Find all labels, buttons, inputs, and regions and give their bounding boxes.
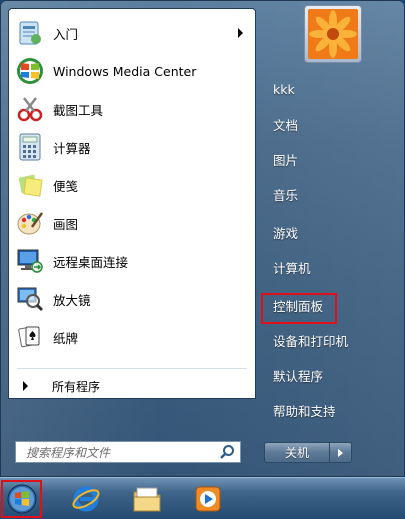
flower-picture-icon bbox=[308, 9, 358, 59]
right-item-help-support[interactable]: 帮助和支持 bbox=[263, 393, 396, 427]
shutdown-group: 关机 bbox=[264, 442, 354, 463]
right-item-devices-printers[interactable]: 设备和打印机 bbox=[263, 323, 396, 357]
menu-item-label: 纸牌 bbox=[53, 330, 79, 346]
paint-icon bbox=[15, 208, 45, 238]
right-item-label: 设备和打印机 bbox=[273, 333, 349, 349]
right-item-label: 文档 bbox=[273, 117, 299, 133]
all-programs-label: 所有程序 bbox=[52, 379, 101, 394]
menu-item-getting-started[interactable]: 入门 bbox=[13, 16, 251, 50]
menu-item-snipping-tool[interactable]: 截图工具 bbox=[13, 92, 251, 126]
media-player-icon bbox=[195, 486, 221, 512]
search-box[interactable]: 搜索程序和文件 bbox=[15, 441, 241, 463]
start-button[interactable] bbox=[1, 480, 42, 518]
search-input[interactable]: 搜索程序和文件 bbox=[26, 444, 219, 461]
menu-item-label: 画图 bbox=[53, 216, 79, 232]
right-item-default-programs[interactable]: 默认程序 bbox=[263, 358, 396, 392]
menu-item-sticky-notes[interactable]: 便笺 bbox=[13, 168, 251, 202]
right-item-label: 帮助和支持 bbox=[273, 403, 336, 419]
sticky-notes-icon bbox=[15, 170, 45, 200]
menu-item-label: 便笺 bbox=[53, 178, 79, 194]
chevron-right-icon bbox=[338, 448, 343, 457]
right-item-label: 默认程序 bbox=[273, 368, 324, 384]
snipping-tool-icon bbox=[15, 94, 45, 124]
right-item-games[interactable]: 游戏 bbox=[263, 215, 396, 249]
start-menu: 入门 Windows Media Center 截图工具 计算器 便笺 画图 远… bbox=[0, 0, 405, 477]
menu-item-label: 截图工具 bbox=[53, 102, 104, 118]
right-item-user[interactable]: kkk bbox=[263, 72, 396, 106]
windows-explorer-icon bbox=[133, 487, 161, 512]
internet-explorer-icon bbox=[72, 486, 100, 512]
menu-item-paint[interactable]: 画图 bbox=[13, 206, 251, 240]
shutdown-options-button[interactable] bbox=[330, 442, 352, 463]
submenu-arrow-icon[interactable] bbox=[238, 28, 243, 38]
highlight-box bbox=[261, 293, 337, 324]
menu-item-magnifier[interactable]: 放大镜 bbox=[13, 282, 251, 316]
separator bbox=[17, 368, 247, 369]
right-item-computer[interactable]: 计算机 bbox=[263, 250, 396, 284]
taskbar bbox=[0, 477, 405, 519]
windows-media-center-icon bbox=[15, 56, 45, 86]
right-item-label: 音乐 bbox=[273, 187, 299, 203]
shutdown-button[interactable]: 关机 bbox=[264, 442, 330, 463]
menu-item-label: 入门 bbox=[53, 26, 79, 42]
right-item-pictures[interactable]: 图片 bbox=[263, 142, 396, 176]
right-item-label: 游戏 bbox=[273, 225, 299, 241]
right-item-label: 计算机 bbox=[273, 260, 311, 276]
search-icon[interactable] bbox=[219, 444, 235, 460]
remote-desktop-icon bbox=[15, 246, 45, 276]
menu-item-remote-desktop[interactable]: 远程桌面连接 bbox=[13, 244, 251, 278]
menu-item-label: 远程桌面连接 bbox=[53, 254, 129, 270]
expand-arrow-icon bbox=[23, 381, 28, 391]
right-item-label: 图片 bbox=[273, 152, 299, 168]
menu-item-windows-media-center[interactable]: Windows Media Center bbox=[13, 54, 251, 88]
all-programs-button[interactable]: 所有程序 bbox=[13, 374, 251, 398]
taskbar-internet-explorer[interactable] bbox=[66, 482, 106, 516]
solitaire-icon bbox=[15, 322, 45, 352]
right-item-documents[interactable]: 文档 bbox=[263, 107, 396, 141]
programs-panel: 入门 Windows Media Center 截图工具 计算器 便笺 画图 远… bbox=[8, 8, 256, 399]
menu-item-label: 放大镜 bbox=[53, 292, 91, 308]
menu-item-label: 计算器 bbox=[53, 140, 91, 156]
menu-item-solitaire[interactable]: 纸牌 bbox=[13, 320, 251, 354]
user-avatar[interactable] bbox=[304, 5, 362, 63]
right-item-label: kkk bbox=[273, 81, 295, 97]
getting-started-icon bbox=[15, 18, 45, 48]
magnifier-icon bbox=[15, 284, 45, 314]
taskbar-windows-explorer[interactable] bbox=[127, 482, 167, 516]
right-item-music[interactable]: 音乐 bbox=[263, 177, 396, 211]
taskbar-media-player[interactable] bbox=[188, 482, 228, 516]
calculator-icon bbox=[15, 132, 45, 162]
start-orb-icon bbox=[7, 484, 36, 514]
menu-item-calculator[interactable]: 计算器 bbox=[13, 130, 251, 164]
menu-item-label: Windows Media Center bbox=[53, 63, 197, 79]
